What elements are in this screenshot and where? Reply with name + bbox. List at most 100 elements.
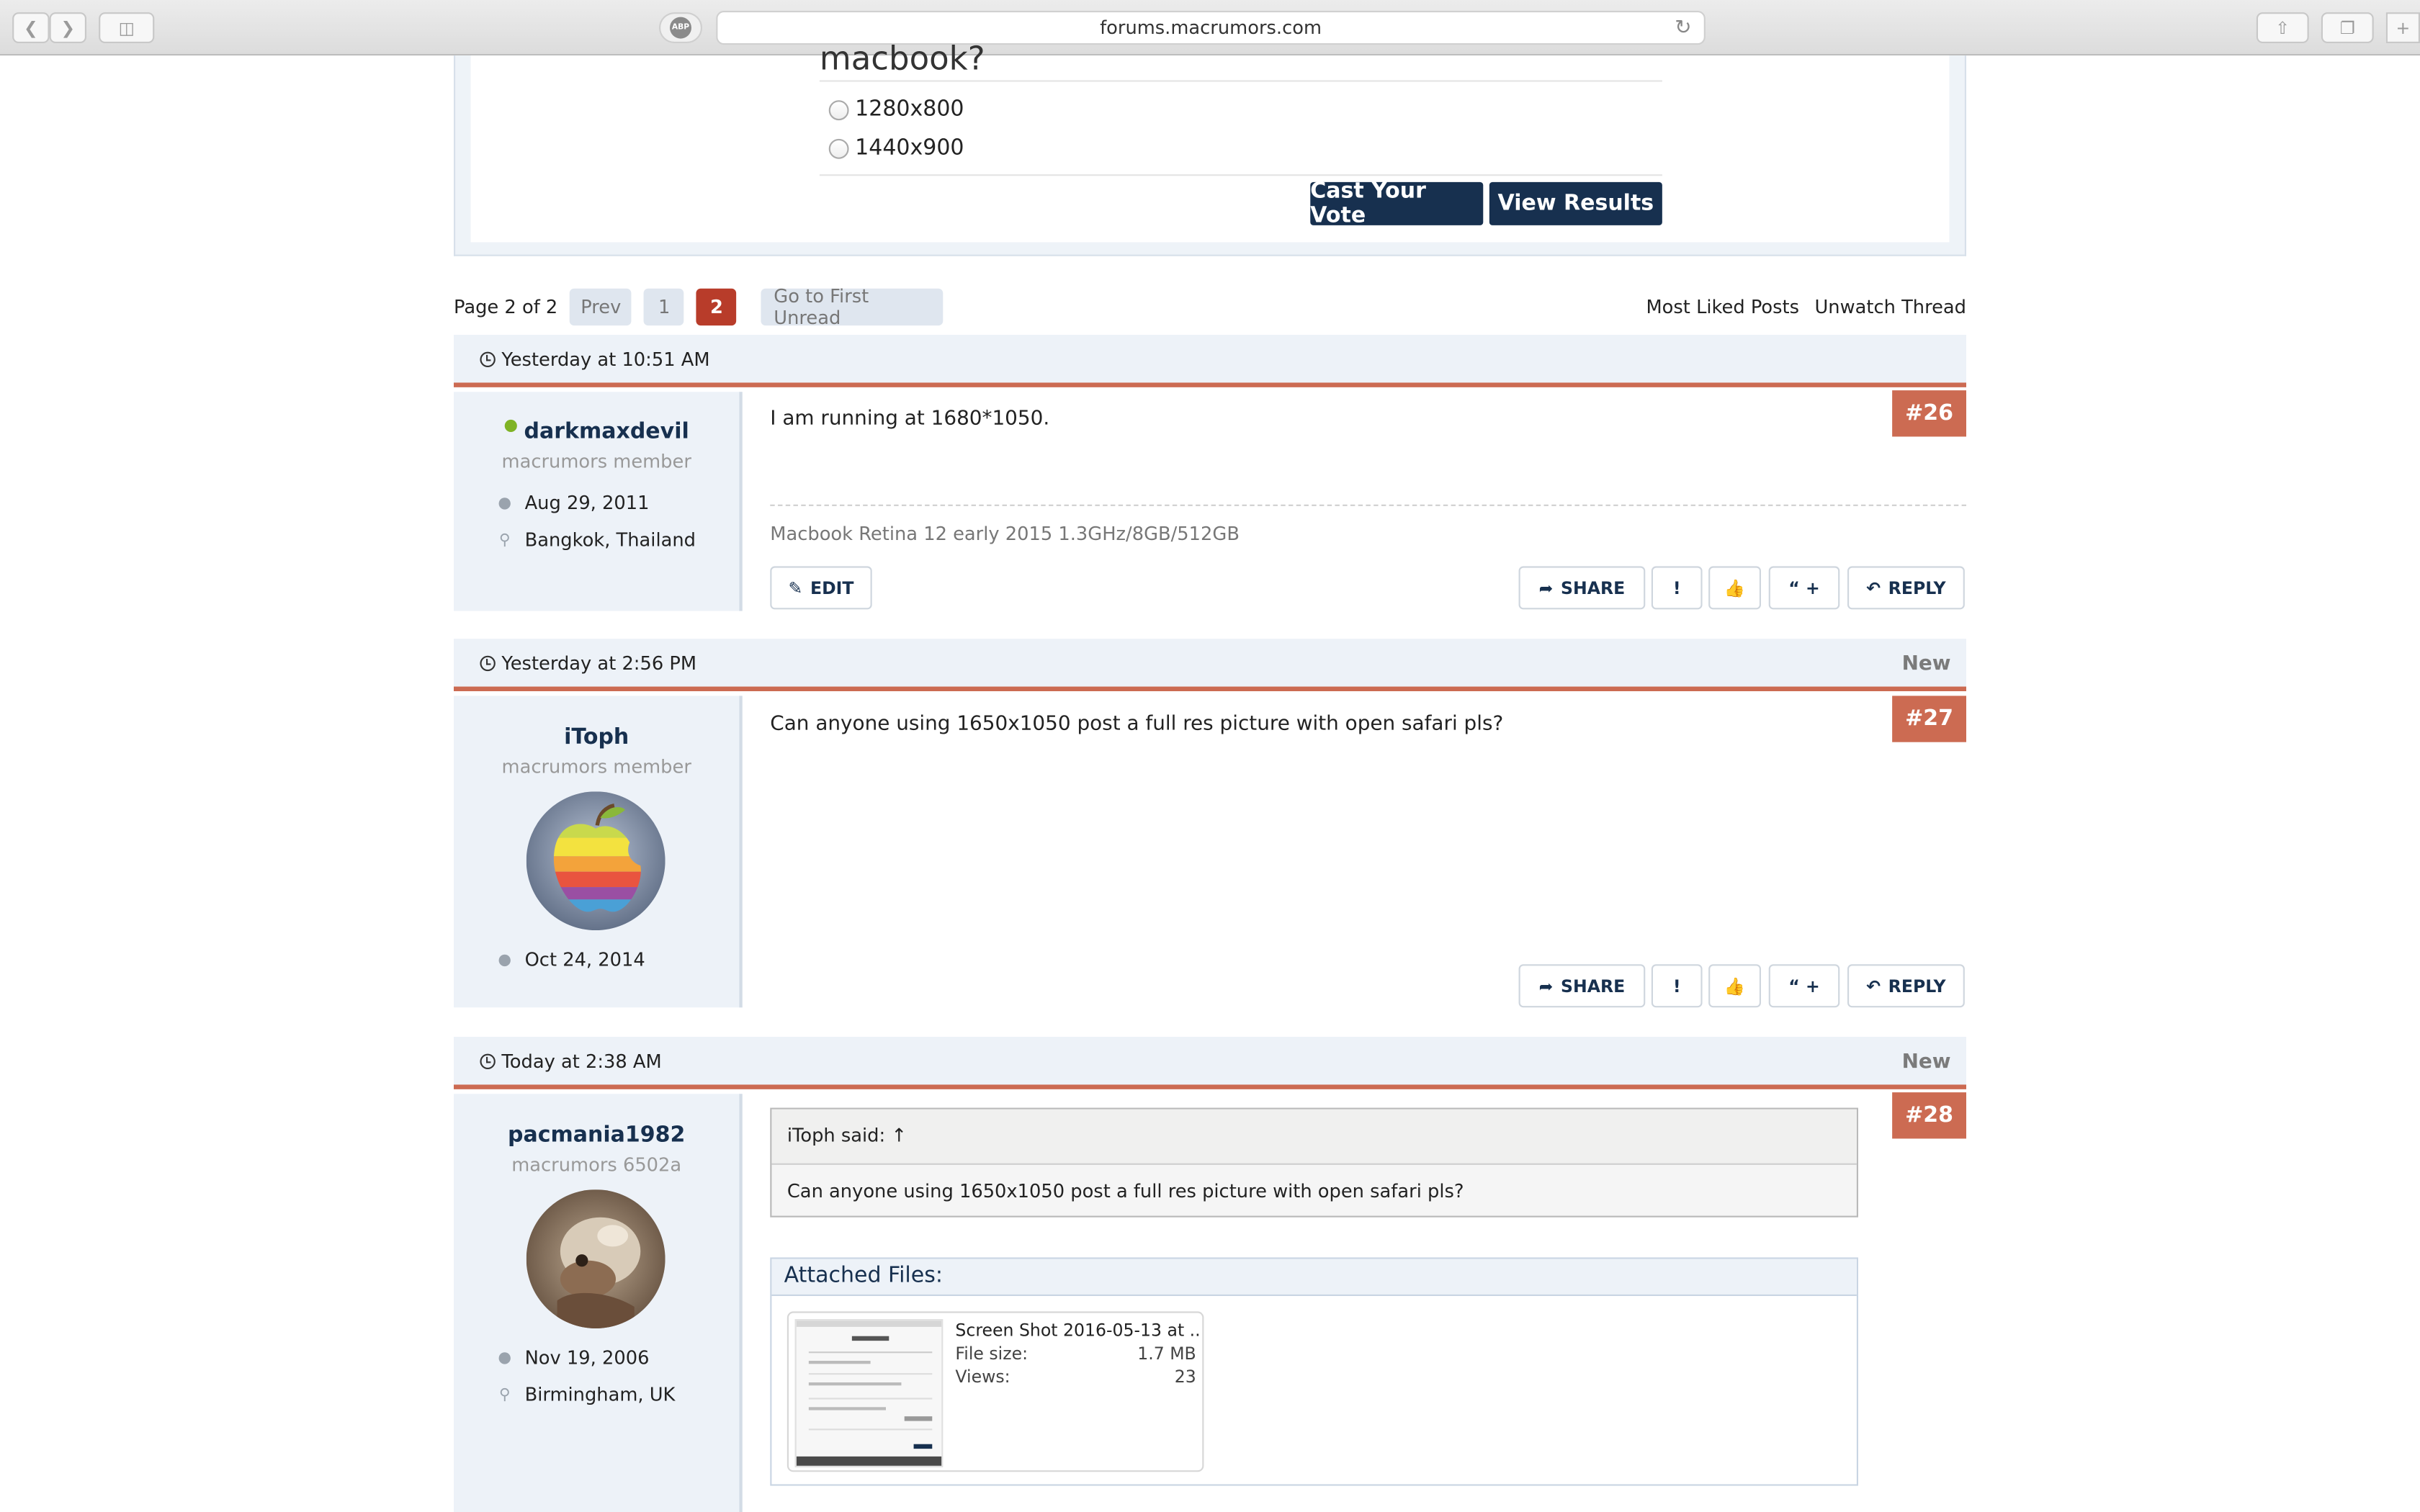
clock-icon: [480, 1053, 496, 1069]
report-button[interactable]: !: [1651, 566, 1703, 610]
file-size-label: File size:: [955, 1344, 1028, 1364]
screenshot-thumbnail-icon: [796, 1320, 942, 1466]
username[interactable]: darkmaxdevil: [454, 419, 739, 444]
username[interactable]: pacmania1982: [454, 1123, 739, 1148]
share-browser-button[interactable]: ⇧: [2256, 12, 2309, 43]
reply-icon: ↶: [1866, 577, 1881, 598]
username[interactable]: iToph: [454, 725, 739, 750]
report-button[interactable]: !: [1651, 964, 1703, 1008]
tabs-icon: ❐: [2339, 17, 2355, 38]
post-signature: Macbook Retina 12 early 2015 1.3GHz/8GB/…: [770, 523, 1240, 545]
sidebar-icon: ◫: [118, 17, 135, 38]
reload-icon[interactable]: ↻: [1675, 17, 1691, 40]
prev-page-button[interactable]: Prev: [570, 288, 632, 326]
user-icon: ●: [498, 1349, 512, 1367]
attachments-panel: Attached Files: Screen Shot 2016-05-13 a…: [770, 1257, 1858, 1486]
poll-divider: [819, 174, 1662, 176]
share-button[interactable]: ➦ SHARE: [1518, 566, 1646, 610]
unwatch-link[interactable]: Unwatch Thread: [1814, 296, 1966, 318]
radio-button[interactable]: [828, 99, 849, 120]
post-message: Can anyone using 1650x1050 post a full r…: [770, 712, 1504, 737]
multiquote-button[interactable]: “ +: [1768, 964, 1840, 1008]
map-pin-icon: ⚲: [498, 1386, 511, 1403]
attachment-filename[interactable]: Screen Shot 2016-05-13 at ...: [955, 1320, 1199, 1341]
post-date-band: Today at 2:38 AM New: [454, 1037, 1966, 1089]
quote-block: iToph said: ↑ Can anyone using 1650x1050…: [770, 1107, 1858, 1218]
user-icon: ●: [498, 951, 512, 968]
poll-option-label: 1280x800: [855, 97, 964, 122]
adblock-icon: ABP: [670, 17, 691, 39]
tabs-button[interactable]: ❐: [2321, 12, 2374, 43]
avatar[interactable]: [526, 1189, 666, 1328]
views-label: Views:: [955, 1367, 1010, 1387]
joined-date: ● Aug 29, 2011: [494, 492, 650, 514]
post-date[interactable]: Today at 2:38 AM: [480, 1050, 662, 1073]
most-liked-link[interactable]: Most Liked Posts: [1646, 296, 1799, 318]
post-number[interactable]: #28: [1892, 1092, 1966, 1139]
post-date-text: Yesterday at 2:56 PM: [501, 652, 697, 675]
first-unread-button[interactable]: Go to First Unread: [761, 285, 944, 328]
clock-icon: [480, 351, 496, 367]
online-status-icon: [503, 419, 516, 432]
new-tab-button[interactable]: +: [2385, 12, 2420, 43]
user-icon: ●: [498, 494, 512, 512]
location-text: Bangkok, Thailand: [524, 529, 696, 551]
file-size-value: 1.7 MB: [1137, 1344, 1196, 1364]
user-info-pane: pacmania1982 macrumors 6502a ● Nov 19, 20…: [454, 1094, 743, 1512]
like-button[interactable]: 👍: [1708, 566, 1761, 610]
reply-label: REPLY: [1888, 976, 1946, 996]
post-date-band: Yesterday at 10:51 AM: [454, 335, 1966, 387]
page-1-link[interactable]: 1: [644, 288, 685, 326]
share-button[interactable]: ➦ SHARE: [1518, 964, 1646, 1008]
sidebar-button[interactable]: ◫: [99, 12, 155, 43]
poll-option-1[interactable]: 1280x800: [828, 97, 964, 122]
pencil-icon: ✎: [788, 577, 803, 598]
thumbs-up-icon: 👍: [1724, 976, 1746, 996]
url-text: forums.macrumors.com: [1100, 17, 1322, 39]
page-2-current[interactable]: 2: [696, 288, 737, 326]
page-nav: Page 2 of 2 Prev 1 2 Go to First Unread: [454, 285, 944, 328]
share-label: SHARE: [1561, 577, 1626, 598]
edit-button[interactable]: ✎ EDIT: [770, 566, 872, 610]
multiquote-button[interactable]: “ +: [1768, 566, 1840, 610]
location: ⚲ Birmingham, UK: [494, 1384, 676, 1405]
back-button[interactable]: ❮: [12, 12, 50, 43]
post-number[interactable]: #27: [1892, 696, 1966, 742]
adblock-button[interactable]: ABP: [659, 12, 702, 43]
forward-button[interactable]: ❯: [49, 12, 86, 43]
joined-date-text: Aug 29, 2011: [524, 492, 650, 514]
report-icon: !: [1672, 976, 1681, 996]
post-date[interactable]: Yesterday at 2:56 PM: [480, 652, 696, 674]
post-date-text: Yesterday at 10:51 AM: [501, 348, 710, 371]
thread-tools: Most Liked Posts Unwatch Thread: [1646, 296, 1966, 318]
joined-date-text: Oct 24, 2014: [524, 948, 645, 971]
view-results-button[interactable]: View Results: [1489, 181, 1662, 225]
location-text: Birmingham, UK: [524, 1384, 676, 1406]
cast-vote-button[interactable]: Cast Your Vote: [1310, 179, 1484, 228]
joined-date: ● Oct 24, 2014: [494, 949, 645, 971]
poll-option-2[interactable]: 1440x900: [828, 136, 964, 161]
quote-author[interactable]: iToph said: ↑: [771, 1109, 1857, 1165]
reply-button[interactable]: ↶ REPLY: [1847, 566, 1965, 610]
post-date[interactable]: Yesterday at 10:51 AM: [480, 348, 710, 371]
poll-divider: [819, 80, 1662, 82]
clock-icon: [480, 655, 496, 672]
post-number[interactable]: #26: [1892, 390, 1966, 437]
joined-date: ● Nov 19, 2006: [494, 1347, 649, 1369]
avatar[interactable]: [526, 791, 666, 931]
new-post-badge: New: [1901, 652, 1951, 676]
quote-plus-icon: “ +: [1788, 976, 1820, 996]
radio-button[interactable]: [828, 138, 849, 158]
share-label: SHARE: [1561, 976, 1626, 996]
new-post-badge: New: [1901, 1050, 1951, 1074]
post-date-text: Today at 2:38 AM: [501, 1050, 662, 1073]
post-date-band: Yesterday at 2:56 PM New: [454, 639, 1966, 691]
attachment-item[interactable]: Screen Shot 2016-05-13 at ... File size:…: [786, 1311, 1204, 1472]
browser-toolbar: ❮ ❯ ◫ ABP forums.macrumors.com ↻ ⇧ ❐ +: [0, 0, 2420, 56]
attachment-thumbnail[interactable]: [794, 1319, 944, 1467]
thumbs-up-icon: 👍: [1724, 577, 1746, 598]
share-arrow-icon: ➦: [1538, 577, 1554, 598]
like-button[interactable]: 👍: [1708, 964, 1761, 1008]
plus-icon: +: [2396, 17, 2411, 38]
reply-button[interactable]: ↶ REPLY: [1847, 964, 1965, 1008]
